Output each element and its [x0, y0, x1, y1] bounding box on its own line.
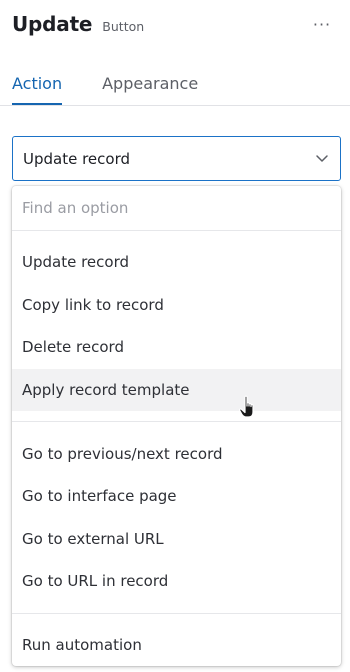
option-go-to-previous-next-record[interactable]: Go to previous/next record: [12, 432, 341, 475]
page-title: Update: [12, 12, 93, 36]
option-delete-record[interactable]: Delete record: [12, 326, 341, 369]
action-select-value: Update record: [23, 149, 131, 168]
option-update-record[interactable]: Update record: [12, 241, 341, 284]
chevron-down-icon: [316, 155, 328, 162]
option-go-to-url-in-record[interactable]: Go to URL in record: [12, 560, 341, 603]
option-search-input[interactable]: [22, 199, 341, 217]
properties-panel: Update Button ··· Action Appearance Upda…: [0, 0, 350, 672]
option-run-automation[interactable]: Run automation: [12, 624, 341, 666]
option-go-to-interface-page[interactable]: Go to interface page: [12, 475, 341, 518]
option-apply-record-template[interactable]: Apply record template: [12, 368, 341, 412]
tab-bar: Action Appearance: [12, 70, 350, 106]
option-copy-link-to-record[interactable]: Copy link to record: [12, 284, 341, 327]
action-dropdown-menu: Update record Copy link to record Delete…: [12, 186, 341, 666]
option-go-to-external-url[interactable]: Go to external URL: [12, 518, 341, 561]
tabs-divider: [0, 105, 350, 106]
more-options-button[interactable]: ···: [310, 12, 334, 36]
option-group-automation: Run automation: [12, 624, 341, 666]
action-select[interactable]: Update record: [12, 136, 341, 181]
tab-action[interactable]: Action: [12, 70, 63, 105]
element-type-label: Button: [102, 19, 145, 34]
option-group-navigation: Go to previous/next record Go to interfa…: [12, 432, 341, 602]
option-search: [12, 186, 341, 231]
option-group-record: Update record Copy link to record Delete…: [12, 241, 341, 412]
tab-appearance[interactable]: Appearance: [102, 70, 198, 105]
panel-header: Update Button ···: [12, 12, 338, 40]
